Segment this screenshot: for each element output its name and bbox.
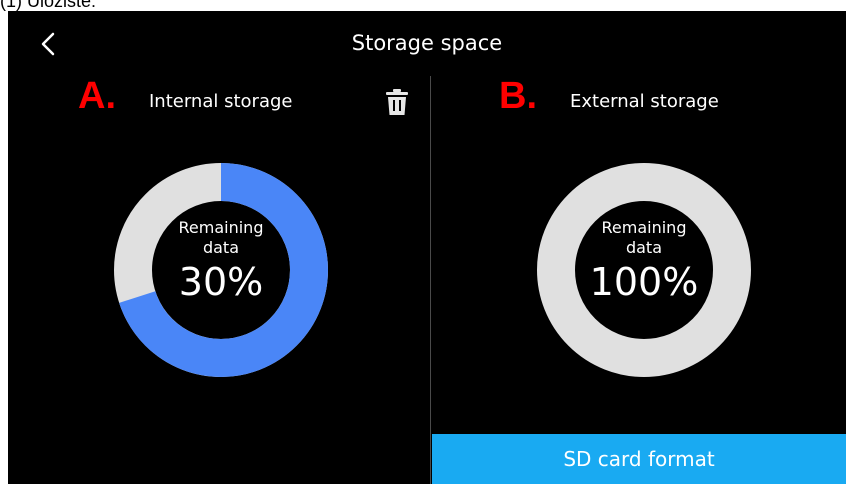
internal-storage-chart: Remaining data 30%	[113, 162, 329, 378]
delete-button[interactable]	[384, 88, 410, 116]
internal-remaining-label: Remaining data	[178, 218, 264, 257]
panel-divider	[430, 76, 431, 484]
external-marker: B.	[499, 75, 537, 117]
internal-remaining-value: 30%	[178, 260, 264, 304]
page-title: Storage space	[351, 31, 503, 55]
storage-screen: Storage space A. Internal storage Remain…	[8, 11, 846, 484]
external-storage-chart: Remaining data 100%	[536, 162, 752, 378]
external-storage-title: External storage	[570, 91, 719, 112]
external-remaining-value: 100%	[589, 260, 699, 304]
sd-card-format-button[interactable]: SD card format	[432, 434, 846, 484]
internal-marker: A.	[78, 75, 116, 117]
trash-icon	[386, 89, 408, 115]
internal-storage-title: Internal storage	[149, 91, 293, 112]
external-remaining-label: Remaining data	[601, 218, 687, 257]
